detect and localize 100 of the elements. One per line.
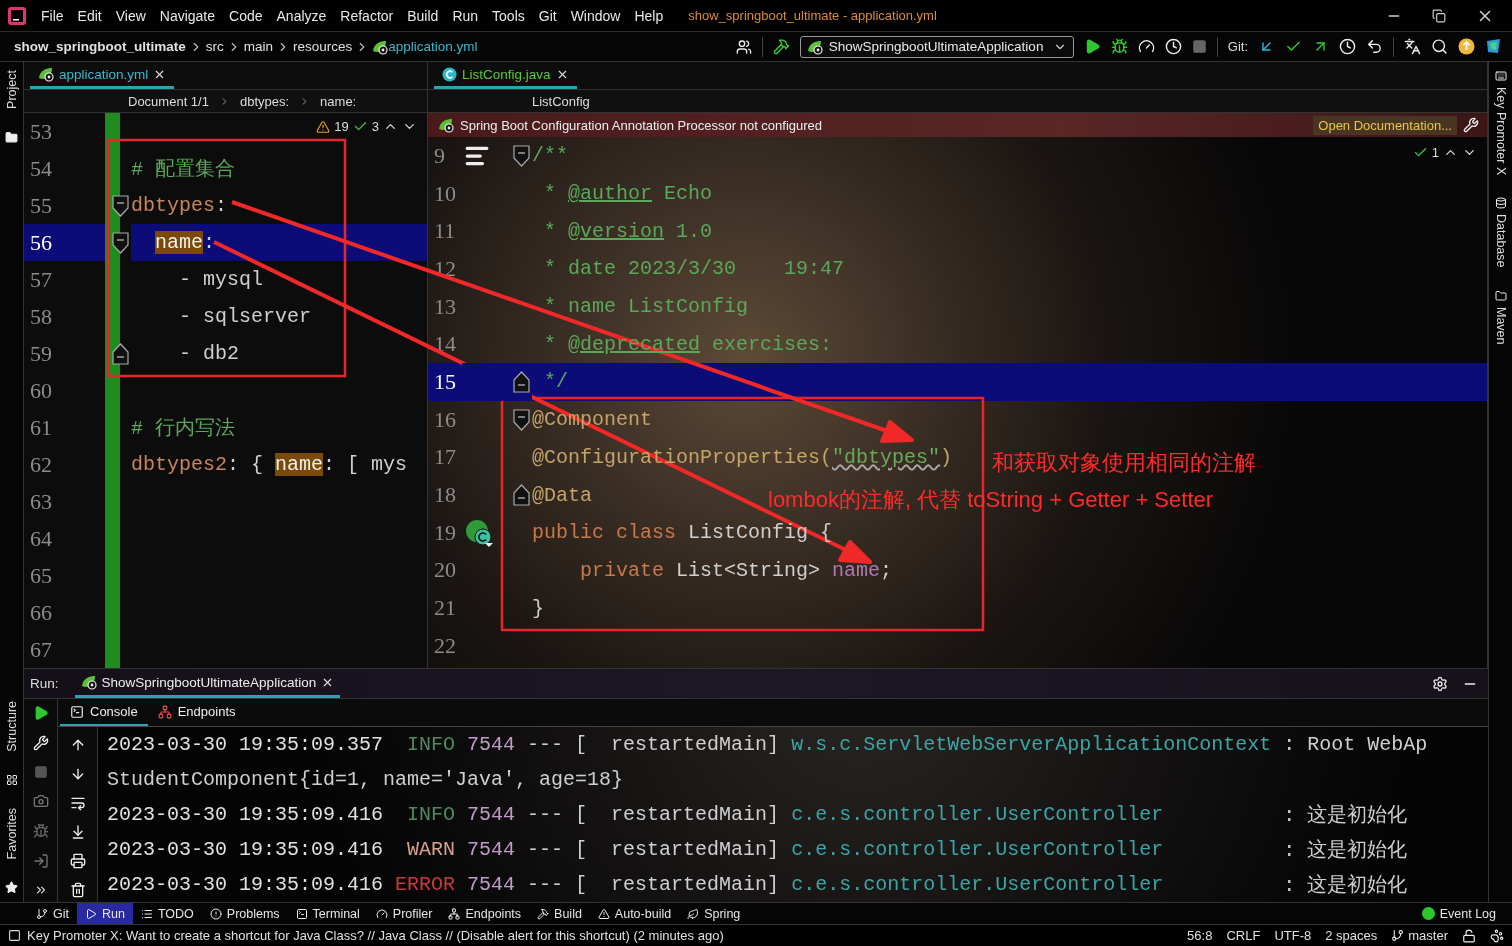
tool-window-tab[interactable]: Structure	[4, 700, 19, 752]
tool-window-button[interactable]: Git	[28, 903, 77, 924]
line-number: 10	[433, 179, 457, 208]
structure-icon[interactable]	[5, 773, 18, 786]
line-separator[interactable]: CRLF	[1226, 928, 1261, 943]
hammer-icon[interactable]	[772, 38, 790, 55]
menu-item[interactable]: Run	[445, 7, 486, 24]
menu-item[interactable]: File	[34, 7, 71, 24]
menu-item[interactable]: View	[108, 7, 153, 24]
folder-icon[interactable]	[5, 130, 18, 144]
update-badge-icon[interactable]	[1458, 38, 1475, 55]
panel-toggle-icon[interactable]	[8, 929, 21, 942]
tool-window-button[interactable]: Auto-build	[589, 903, 680, 924]
fold-marker-icon[interactable]	[112, 231, 129, 254]
breadcrumb-item[interactable]: resources	[293, 39, 353, 54]
print-icon[interactable]	[69, 853, 86, 869]
menu-item[interactable]: Build	[400, 7, 446, 24]
trash-icon[interactable]	[69, 882, 86, 898]
line-number: 13	[433, 292, 457, 321]
fold-marker-icon[interactable]	[112, 194, 129, 217]
star-icon[interactable]	[5, 881, 18, 894]
login-icon[interactable]	[32, 853, 49, 869]
menu-item[interactable]: Navigate	[152, 7, 223, 24]
bug-icon[interactable]	[32, 823, 49, 839]
run-icon	[85, 907, 97, 920]
menu-item[interactable]: Git	[531, 7, 564, 24]
open-documentation-link[interactable]: Open Documentation...	[1313, 115, 1457, 135]
event-log-button[interactable]: Event Log	[1421, 903, 1512, 924]
warning-icon[interactable]	[316, 119, 331, 134]
line-number: 67	[29, 635, 53, 664]
tool-window-tab[interactable]: Key Promoter X	[1493, 70, 1508, 176]
run-tab[interactable]: ShowSpringbootUltimateApplication	[74, 669, 341, 698]
stop-icon[interactable]	[1191, 39, 1207, 54]
caret-position[interactable]: 56:8	[1187, 928, 1213, 943]
tool-window-button[interactable]: Run	[77, 903, 133, 924]
breadcrumb-item[interactable]: name:	[320, 93, 357, 109]
spring-bean-icon[interactable]	[464, 517, 494, 548]
users-icon[interactable]	[735, 38, 752, 55]
git-label: Git:	[1227, 39, 1248, 54]
translate-icon[interactable]	[1404, 38, 1421, 55]
fold-marker-icon[interactable]	[513, 144, 530, 167]
unfold-marker-icon[interactable]	[513, 370, 530, 393]
breadcrumb-item[interactable]: ListConfig	[532, 93, 590, 109]
tool-window-tab[interactable]: Database	[1493, 197, 1508, 268]
soft-wrap-icon[interactable]	[69, 795, 86, 811]
line-number: 54	[29, 154, 53, 183]
tool-window-button[interactable]: Spring	[679, 903, 749, 924]
breadcrumb-item[interactable]: main	[243, 39, 274, 54]
tool-window-button[interactable]: Endpoints	[440, 903, 530, 924]
breadcrumb-item[interactable]: dbtypes:	[239, 93, 290, 109]
debug-icon[interactable]	[1110, 38, 1128, 55]
console-tab[interactable]: Endpoints	[147, 699, 246, 726]
breadcrumb-item[interactable]: src	[205, 39, 224, 54]
menu-item[interactable]: Help	[627, 7, 671, 24]
wrench-icon[interactable]	[1463, 117, 1479, 133]
git-branch[interactable]: master	[1391, 928, 1448, 943]
line-number: 19	[433, 518, 457, 547]
fold-marker-icon[interactable]	[513, 408, 530, 431]
menu-item[interactable]: Edit	[70, 7, 109, 24]
tool-window-button[interactable]: Profiler	[367, 903, 441, 924]
rollback-icon[interactable]	[1366, 38, 1383, 55]
restore-icon[interactable]	[1432, 8, 1446, 23]
menu-item[interactable]: Analyze	[269, 7, 334, 24]
tool-window-button[interactable]: Terminal	[287, 903, 368, 924]
settings-icon[interactable]	[1432, 675, 1448, 692]
line-number: 11	[433, 217, 457, 246]
tool-window-button[interactable]: TODO	[132, 903, 202, 924]
unfold-marker-icon[interactable]	[112, 342, 129, 365]
menu-item[interactable]: Tools	[485, 7, 532, 24]
tool-window-tab[interactable]: Project	[4, 70, 19, 109]
tool-window-button[interactable]: Build	[529, 903, 590, 924]
history-icon[interactable]	[1339, 38, 1356, 55]
lock-icon[interactable]	[1462, 928, 1476, 943]
java-class-icon	[442, 66, 457, 82]
breadcrumb-item[interactable]: application.yml	[388, 39, 478, 54]
coverage-icon[interactable]	[1137, 38, 1155, 55]
line-number: 60	[29, 376, 53, 405]
tool-icon	[1494, 70, 1507, 82]
passed-count[interactable]: 3	[371, 119, 379, 134]
console-line: StudentComponent{id=1, name='Java', age=18}	[107, 767, 625, 793]
wrench-icon[interactable]	[32, 735, 49, 751]
file-encoding[interactable]: UTF-8	[1274, 928, 1312, 943]
breadcrumb-item[interactable]: show_springboot_ultimate	[14, 39, 186, 54]
camera-icon[interactable]	[32, 793, 49, 809]
warning-count[interactable]: 19	[334, 119, 349, 134]
tool-window-button[interactable]: Problems	[201, 903, 288, 924]
search-icon[interactable]	[1431, 38, 1448, 55]
unfold-marker-icon[interactable]	[513, 484, 530, 507]
menu-item[interactable]: Code	[222, 7, 270, 24]
breadcrumb-item[interactable]: Document 1/1	[128, 93, 209, 109]
paw-icon[interactable]	[1490, 928, 1504, 943]
menu-item[interactable]: Refactor	[333, 7, 401, 24]
stop-icon[interactable]	[33, 765, 48, 779]
run-configuration-dropdown[interactable]: ShowSpringbootUltimateApplication	[799, 35, 1074, 58]
indent-setting[interactable]: 2 spaces	[1325, 928, 1378, 943]
menu-item[interactable]: Window	[563, 7, 628, 24]
passed-count[interactable]: 1	[1431, 145, 1439, 160]
tool-window-tab[interactable]: Favorites	[4, 807, 19, 859]
plugin-logo-icon[interactable]	[1485, 38, 1502, 55]
tool-window-tab[interactable]: Maven	[1493, 289, 1508, 345]
